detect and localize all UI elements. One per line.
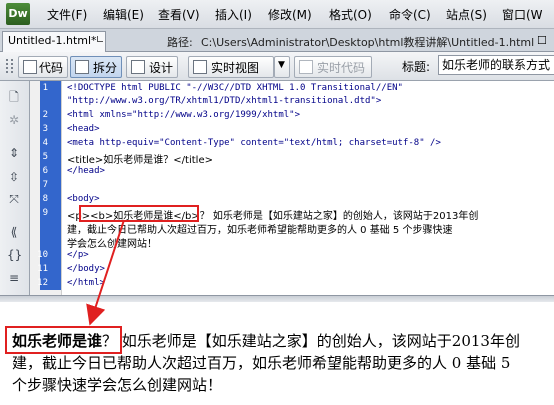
design-paragraph-line: 建，截止今日已帮助人次超过百万，如乐老师希望能帮助更多的人 0 基础 5 <box>12 354 511 372</box>
line-number: 3 <box>42 124 48 134</box>
live-view-label: 实时视图 <box>211 61 260 75</box>
menu-view[interactable]: 查看(V) <box>158 6 200 23</box>
menu-site[interactable]: 站点(S) <box>446 6 487 23</box>
line-numbers-icon[interactable]: ≡ <box>7 271 21 285</box>
gear-icon[interactable]: ✲ <box>7 113 21 127</box>
code-line: <!DOCTYPE html PUBLIC "-//W3C//DTD XHTML… <box>67 83 403 93</box>
design-view-label: 设计 <box>149 61 174 75</box>
live-code-icon <box>299 60 313 74</box>
code-line: <meta http-equiv="Content-Type" content=… <box>67 138 441 148</box>
open-documents-icon[interactable]: 🗋 <box>7 90 21 104</box>
menu-window[interactable]: 窗口(W <box>502 6 543 23</box>
live-code-label: 实时代码 <box>317 61 366 75</box>
menu-modify[interactable]: 修改(M) <box>268 6 312 23</box>
code-line: <body> <box>67 194 100 204</box>
live-code-button[interactable]: 实时代码 <box>294 56 372 78</box>
design-highlight-box <box>5 326 122 354</box>
line-number: 8 <box>42 194 48 204</box>
code-line: </body> <box>67 264 105 274</box>
menu-command[interactable]: 命令(C) <box>389 6 431 23</box>
line-number: 7 <box>42 180 48 190</box>
grip-icon <box>4 58 16 74</box>
code-icon <box>23 60 37 74</box>
menu-file[interactable]: 文件(F) <box>47 6 87 23</box>
collapse-tag-icon[interactable]: ⇕ <box>7 146 21 160</box>
line-number: 11 <box>37 264 48 274</box>
restore-icon[interactable]: ☐ <box>537 34 547 47</box>
title-label: 标题: <box>402 60 431 74</box>
code-view-label: 代码 <box>39 61 64 75</box>
code-line: </html> <box>67 278 105 288</box>
line-number: 10 <box>37 250 48 260</box>
code-line: 学会怎么创建网站！ <box>67 239 157 250</box>
menu-format[interactable]: 格式(O) <box>329 6 372 23</box>
code-view-button[interactable]: 代码 <box>18 56 68 78</box>
design-paragraph-line: 个步骤快速学会怎么创建网站！ <box>12 376 223 394</box>
tab-dropdown-icon[interactable] <box>97 36 103 42</box>
line-number: 1 <box>42 83 48 93</box>
split-view-button[interactable]: 拆分 <box>70 56 122 78</box>
line-number: 6 <box>42 166 48 176</box>
design-view-button[interactable]: 设计 <box>126 56 178 78</box>
code-line: <head> <box>67 124 100 134</box>
path-label: 路径: <box>167 36 193 49</box>
line-number: 9 <box>42 208 48 218</box>
code-line: 建，截止今日已帮助人次超过百万，如乐老师希望能帮助更多的人 0 基础 5 个步骤… <box>67 225 453 236</box>
title-input[interactable]: 如乐老师的联系方式 <box>438 55 554 75</box>
code-line: </p> <box>67 250 89 260</box>
line-number: 2 <box>42 110 48 120</box>
menu-insert[interactable]: 插入(I) <box>215 6 252 23</box>
code-line: <title>如乐老师是谁？</title> <box>67 155 213 166</box>
live-view-dropdown[interactable]: ▼ <box>274 56 290 78</box>
menu-edit[interactable]: 编辑(E) <box>103 6 144 23</box>
design-line-rest: ？ 如乐老师是【如乐建站之家】的创始人，该网站于2013年创 <box>102 332 520 350</box>
select-parent-tag-icon[interactable]: ⟪ <box>7 225 21 239</box>
document-tab-label[interactable]: Untitled-1.html* <box>8 34 97 47</box>
file-path: C:\Users\Administrator\Desktop\html教程讲解\… <box>201 36 535 49</box>
split-icon <box>75 60 89 74</box>
expand-all-icon[interactable]: ⤧ <box>7 192 21 206</box>
line-number: 5 <box>42 152 48 162</box>
split-view-label: 拆分 <box>93 61 118 75</box>
collapse-selection-icon[interactable]: ⇳ <box>7 170 21 184</box>
balance-braces-icon[interactable]: {} <box>7 248 22 262</box>
code-line: </head> <box>67 166 105 176</box>
code-highlight-box <box>79 205 199 222</box>
line-number: 12 <box>37 278 48 288</box>
chevron-down-icon: ▼ <box>278 60 285 70</box>
line-number: 4 <box>42 138 48 148</box>
code-line: <html xmlns="http://www.w3.org/1999/xhtm… <box>67 110 300 120</box>
dreamweaver-logo: Dw <box>6 3 30 25</box>
code-line: "http://www.w3.org/TR/xhtml1/DTD/xhtml1-… <box>67 96 382 106</box>
live-view-icon <box>193 60 207 74</box>
design-icon <box>131 60 145 74</box>
live-view-button[interactable]: 实时视图 <box>188 56 274 78</box>
